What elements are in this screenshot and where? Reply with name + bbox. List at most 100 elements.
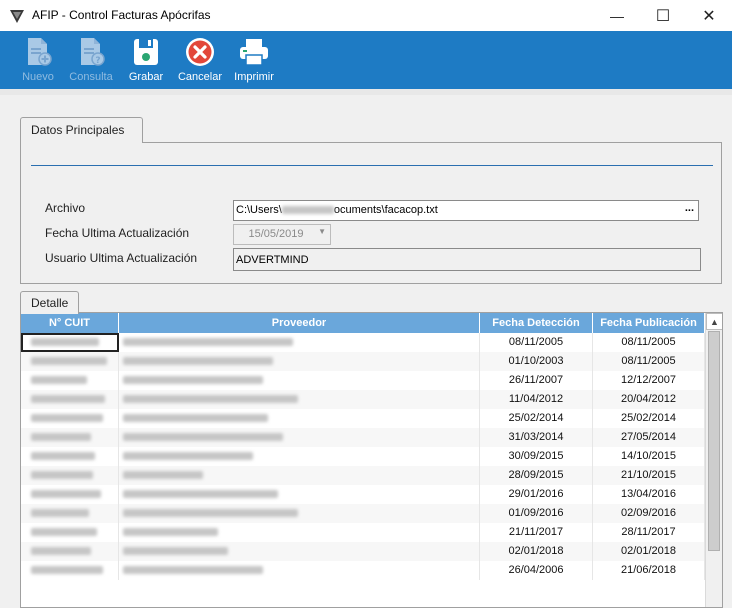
table-row[interactable]: 08/11/2005 08/11/2005 (21, 333, 705, 352)
grabar-button[interactable]: Grabar (124, 35, 168, 87)
cell-cuit[interactable] (21, 504, 119, 523)
cell-cuit[interactable] (21, 352, 119, 371)
table-row[interactable]: 30/09/2015 14/10/2015 (21, 447, 705, 466)
cell-cuit[interactable] (21, 333, 119, 352)
cell-proveedor[interactable] (119, 409, 480, 428)
cancel-icon (186, 38, 214, 66)
column-header-fecha-deteccion[interactable]: Fecha Detección (480, 313, 593, 333)
printer-icon (240, 39, 268, 66)
cell-fecha-deteccion[interactable]: 21/11/2017 (480, 523, 593, 542)
cell-cuit[interactable] (21, 542, 119, 561)
cell-proveedor[interactable] (119, 447, 480, 466)
cell-cuit[interactable] (21, 447, 119, 466)
cell-cuit[interactable] (21, 371, 119, 390)
fecha-label: Fecha Ultima Actualización (45, 226, 190, 240)
chevron-down-icon: ▼ (318, 227, 326, 236)
cell-cuit[interactable] (21, 561, 119, 580)
cell-fecha-publicacion[interactable]: 08/11/2005 (593, 352, 705, 371)
table-row[interactable]: 28/09/2015 21/10/2015 (21, 466, 705, 485)
browse-button[interactable]: ... (685, 202, 694, 214)
cell-proveedor[interactable] (119, 352, 480, 371)
tab-datos-principales-label: Datos Principales (31, 123, 125, 137)
cell-fecha-deteccion[interactable]: 01/10/2003 (480, 352, 593, 371)
cell-proveedor[interactable] (119, 390, 480, 409)
column-header-fecha-publicacion[interactable]: Fecha Publicación (593, 313, 705, 333)
table-row[interactable]: 25/02/2014 25/02/2014 (21, 409, 705, 428)
scroll-thumb[interactable] (708, 331, 720, 551)
cell-fecha-publicacion[interactable]: 25/02/2014 (593, 409, 705, 428)
cell-fecha-deteccion[interactable]: 28/09/2015 (480, 466, 593, 485)
cell-fecha-publicacion[interactable]: 02/09/2016 (593, 504, 705, 523)
cell-proveedor[interactable] (119, 371, 480, 390)
archivo-field[interactable]: C:\Users\ ocuments\facacop.txt ... (233, 200, 699, 221)
cell-cuit[interactable] (21, 390, 119, 409)
new-document-icon (28, 38, 52, 66)
cell-fecha-publicacion[interactable]: 20/04/2012 (593, 390, 705, 409)
cell-fecha-publicacion[interactable]: 02/01/2018 (593, 542, 705, 561)
tab-datos-principales[interactable]: Datos Principales (20, 117, 143, 143)
table-row[interactable]: 01/10/2003 08/11/2005 (21, 352, 705, 371)
cell-fecha-deteccion[interactable]: 31/03/2014 (480, 428, 593, 447)
table-row[interactable]: 31/03/2014 27/05/2014 (21, 428, 705, 447)
table-row[interactable]: 29/01/2016 13/04/2016 (21, 485, 705, 504)
cell-fecha-publicacion[interactable]: 28/11/2017 (593, 523, 705, 542)
cell-cuit[interactable] (21, 485, 119, 504)
usuario-field[interactable]: ADVERTMIND (233, 248, 701, 271)
table-row[interactable]: 01/09/2016 02/09/2016 (21, 504, 705, 523)
cell-proveedor[interactable] (119, 485, 480, 504)
cell-fecha-publicacion[interactable]: 14/10/2015 (593, 447, 705, 466)
cell-proveedor[interactable] (119, 428, 480, 447)
cell-fecha-publicacion[interactable]: 27/05/2014 (593, 428, 705, 447)
scroll-up-icon[interactable]: ▲ (706, 313, 722, 330)
cell-fecha-deteccion[interactable]: 29/01/2016 (480, 485, 593, 504)
cell-fecha-deteccion[interactable]: 02/01/2018 (480, 542, 593, 561)
cancelar-button[interactable]: Cancelar (174, 35, 226, 87)
cell-fecha-deteccion[interactable]: 26/04/2006 (480, 561, 593, 580)
cell-cuit[interactable] (21, 428, 119, 447)
cell-fecha-publicacion[interactable]: 21/06/2018 (593, 561, 705, 580)
tab-detalle-label: Detalle (31, 296, 69, 310)
usuario-value: ADVERTMIND (236, 254, 309, 266)
cell-proveedor[interactable] (119, 504, 480, 523)
vertical-scrollbar[interactable]: ▲ (705, 313, 722, 607)
table-row[interactable]: 26/04/2006 21/06/2018 (21, 561, 705, 580)
table-row[interactable]: 21/11/2017 28/11/2017 (21, 523, 705, 542)
cell-cuit[interactable] (21, 409, 119, 428)
cell-fecha-deteccion[interactable]: 08/11/2005 (480, 333, 593, 352)
cell-proveedor[interactable] (119, 561, 480, 580)
cell-proveedor[interactable] (119, 523, 480, 542)
cell-fecha-publicacion[interactable]: 13/04/2016 (593, 485, 705, 504)
cell-fecha-publicacion[interactable]: 21/10/2015 (593, 466, 705, 485)
redacted-proveedor (123, 357, 273, 366)
cell-fecha-deteccion[interactable]: 01/09/2016 (480, 504, 593, 523)
table-row[interactable]: 26/11/2007 12/12/2007 (21, 371, 705, 390)
nuevo-button[interactable]: Nuevo (18, 35, 58, 87)
column-header-proveedor[interactable]: Proveedor (119, 313, 480, 333)
consulta-button[interactable]: ? Consulta (66, 35, 116, 87)
column-header-cuit[interactable]: N° CUIT (21, 313, 119, 333)
window-title: AFIP - Control Facturas Apócrifas (32, 8, 211, 22)
cell-cuit[interactable] (21, 466, 119, 485)
cell-proveedor[interactable] (119, 542, 480, 561)
fecha-field[interactable]: 15/05/2019 ▼ (233, 224, 331, 245)
redacted-proveedor (123, 528, 218, 537)
maximize-button[interactable]: ☐ (640, 0, 686, 31)
cell-proveedor[interactable] (119, 466, 480, 485)
cell-proveedor[interactable] (119, 333, 480, 352)
tab-detalle[interactable]: Detalle (20, 291, 79, 314)
close-button[interactable]: ✕ (686, 0, 732, 31)
cell-fecha-publicacion[interactable]: 12/12/2007 (593, 371, 705, 390)
imprimir-button[interactable]: Imprimir (230, 35, 278, 87)
table-row[interactable]: 02/01/2018 02/01/2018 (21, 542, 705, 561)
cell-fecha-deteccion[interactable]: 26/11/2007 (480, 371, 593, 390)
cell-fecha-publicacion[interactable]: 08/11/2005 (593, 333, 705, 352)
cell-fecha-deteccion[interactable]: 30/09/2015 (480, 447, 593, 466)
redacted-cuit (31, 490, 101, 499)
cell-fecha-deteccion[interactable]: 11/04/2012 (480, 390, 593, 409)
cell-fecha-deteccion[interactable]: 25/02/2014 (480, 409, 593, 428)
cell-cuit[interactable] (21, 523, 119, 542)
archivo-label: Archivo (45, 201, 86, 215)
cancelar-label: Cancelar (177, 71, 223, 83)
minimize-button[interactable]: — (594, 0, 640, 31)
table-row[interactable]: 11/04/2012 20/04/2012 (21, 390, 705, 409)
